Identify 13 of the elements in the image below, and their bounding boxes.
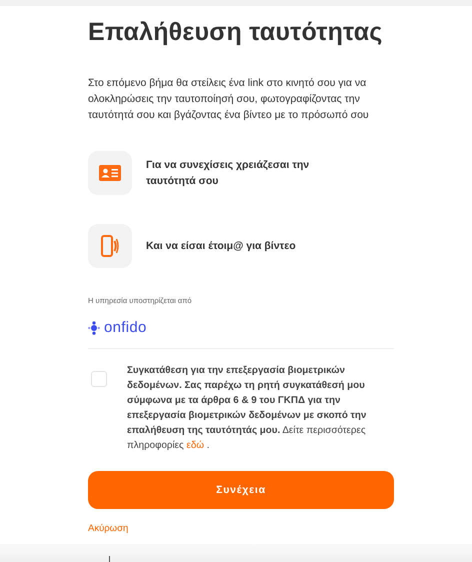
- intro-text: Στο επόμενο βήμα θα στείλεις ένα link στο κινητό σου για να ολοκληρώσεις την ταυτοποίησή σου, φωτογραφίζοντας την ταυτότητά σου και βγάζοντας ένα βίντεο με το πρόσωπό σου: [88, 76, 370, 123]
- continue-button[interactable]: Συνέχεια: [88, 471, 394, 509]
- requirement-text: Για να συνεχίσεις χρειάζεσαι την ταυτότητά σου: [146, 158, 310, 189]
- dots-logo-icon: [88, 320, 100, 334]
- phone-vibrate-icon: [101, 235, 119, 257]
- requirement-text: Και να είσαι έτοιμ@ για βίντεο: [146, 239, 297, 254]
- page-title: Επαλήθευση ταυτότητας: [88, 18, 384, 47]
- provider-logo: onfido: [104, 319, 147, 336]
- more-info-link[interactable]: εδώ: [186, 440, 204, 451]
- id-card-icon: [99, 165, 121, 181]
- cancel-link[interactable]: Ακύρωση: [88, 523, 128, 534]
- consent-checkbox[interactable]: [91, 371, 107, 387]
- consent-text: Συγκατάθεση για την επεξεργασία βιομετρικών δεδομένων. Σας παρέχω τη ρητή συγκατάθεσή μου σύμφωνα με τα άρθρα 6 & 9 του ΓΚΠΔ για την επεξεργασία βιομετρικών δεδομένων με σκοπό την επαλήθευση της ταυτότητάς μου. Δείτε περισσότερες πληροφορίες εδώ .: [127, 364, 368, 453]
